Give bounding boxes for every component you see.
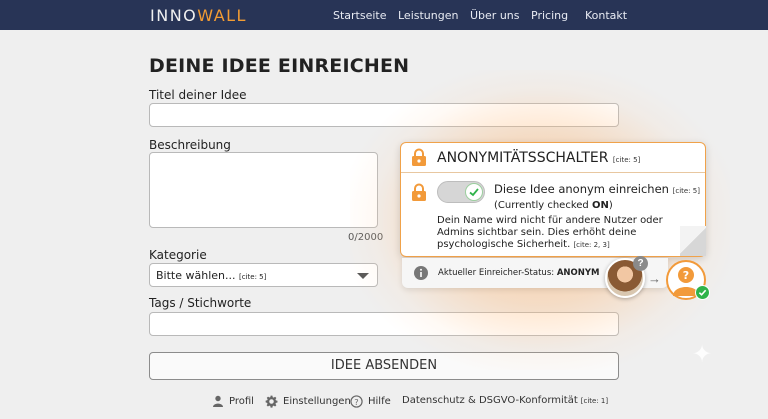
anonymity-panel-header: ANONYMITÄTSSCHALTER [cite: 5] bbox=[401, 143, 705, 173]
arrow-right-icon: → bbox=[648, 271, 661, 286]
anonymous-toggle-label: Diese Idee anonym einreichen [cite: 5] (… bbox=[494, 183, 704, 212]
svg-text:?: ? bbox=[683, 269, 689, 282]
toggle-state-suffix: ) bbox=[608, 200, 613, 211]
title-input[interactable] bbox=[149, 103, 619, 127]
footer-link-settings[interactable]: Einstellungen bbox=[265, 395, 351, 408]
category-select[interactable]: Bitte wählen... [cite: 5] bbox=[149, 263, 378, 287]
page-curl-decoration bbox=[680, 226, 706, 256]
tags-label: Tags / Stichworte bbox=[149, 296, 252, 310]
anonymous-toggle[interactable] bbox=[437, 181, 485, 203]
verified-check-icon bbox=[695, 285, 710, 300]
question-badge-icon: ? bbox=[633, 256, 648, 271]
info-icon bbox=[414, 266, 428, 285]
title-label: Titel deiner Idee bbox=[149, 88, 247, 102]
footer-help-label: Hilfe bbox=[368, 396, 391, 407]
tags-input[interactable] bbox=[149, 312, 619, 336]
footer-privacy-label: Datenschutz & DSGVO-Konformität bbox=[402, 395, 578, 406]
check-icon bbox=[469, 188, 479, 197]
anonymity-panel: ANONYMITÄTSSCHALTER [cite: 5] Diese Idee… bbox=[400, 142, 706, 257]
logo-text-wall: WALL bbox=[197, 6, 247, 25]
nav-link-leistungen[interactable]: Leistungen bbox=[398, 9, 458, 22]
category-selected-value: Bitte wählen... bbox=[156, 269, 236, 282]
nav-link-kontakt[interactable]: Kontakt bbox=[585, 9, 627, 22]
sparkle-icon: ✦ bbox=[692, 341, 713, 368]
status-value: ANONYM bbox=[556, 268, 600, 278]
nav-link-startseite[interactable]: Startseite bbox=[333, 9, 387, 22]
toggle-label-text: Diese Idee anonym einreichen bbox=[494, 182, 669, 196]
toggle-state-value: ON bbox=[591, 200, 609, 211]
description-label: Beschreibung bbox=[149, 138, 231, 152]
footer-link-profile[interactable]: Profil bbox=[212, 395, 254, 407]
submit-idea-button[interactable]: IDEE ABSENDEN bbox=[149, 352, 619, 380]
chevron-down-icon bbox=[357, 273, 369, 279]
anonymity-panel-title: ANONYMITÄTSSCHALTER [cite: 5] bbox=[437, 150, 640, 166]
status-label: Aktueller Einreicher-Status: bbox=[438, 268, 557, 278]
anonymity-description: Dein Name wird nicht für andere Nutzer o… bbox=[437, 215, 702, 251]
gear-icon bbox=[265, 395, 278, 408]
lock-icon bbox=[411, 183, 427, 207]
category-label: Kategorie bbox=[149, 248, 207, 262]
footer-privacy-cite: [cite: 1] bbox=[580, 396, 609, 405]
description-char-counter: 0/2000 bbox=[348, 232, 384, 243]
footer-profile-label: Profil bbox=[229, 395, 254, 407]
footer-link-help[interactable]: ? Hilfe bbox=[350, 395, 391, 408]
top-navbar: INNOWALL Startseite Leistungen Über uns … bbox=[0, 0, 768, 30]
help-icon: ? bbox=[350, 395, 363, 408]
footer-settings-label: Einstellungen bbox=[283, 396, 351, 407]
anonymity-description-text: Dein Name wird nicht für andere Nutzer o… bbox=[437, 215, 663, 250]
svg-text:?: ? bbox=[354, 397, 358, 407]
submitter-status-text: Aktueller Einreicher-Status: ANONYM bbox=[438, 268, 599, 278]
anonymity-description-cite: [cite: 2, 3] bbox=[573, 241, 610, 249]
toggle-knob bbox=[465, 183, 483, 201]
nav-link-pricing[interactable]: Pricing bbox=[531, 9, 568, 22]
page-title: DEINE IDEE EINREICHEN bbox=[149, 55, 410, 77]
user-icon bbox=[212, 395, 224, 407]
toggle-label-cite: [cite: 5] bbox=[672, 187, 700, 195]
description-textarea[interactable] bbox=[149, 152, 378, 228]
nav-link-ueber-uns[interactable]: Über uns bbox=[470, 9, 520, 22]
toggle-state-text: (Currently checked ON) bbox=[494, 200, 613, 211]
logo[interactable]: INNOWALL bbox=[150, 6, 247, 25]
toggle-state-prefix: (Currently checked bbox=[494, 200, 592, 211]
category-cite: [cite: 5] bbox=[239, 273, 267, 281]
footer-link-privacy[interactable]: Datenschutz & DSGVO-Konformität [cite: 1… bbox=[402, 395, 608, 406]
lock-icon bbox=[411, 148, 427, 172]
anonymity-title-cite: [cite: 5] bbox=[612, 156, 641, 164]
logo-text-inno: INNO bbox=[150, 6, 198, 25]
anonymity-title-text: ANONYMITÄTSSCHALTER bbox=[437, 150, 609, 166]
